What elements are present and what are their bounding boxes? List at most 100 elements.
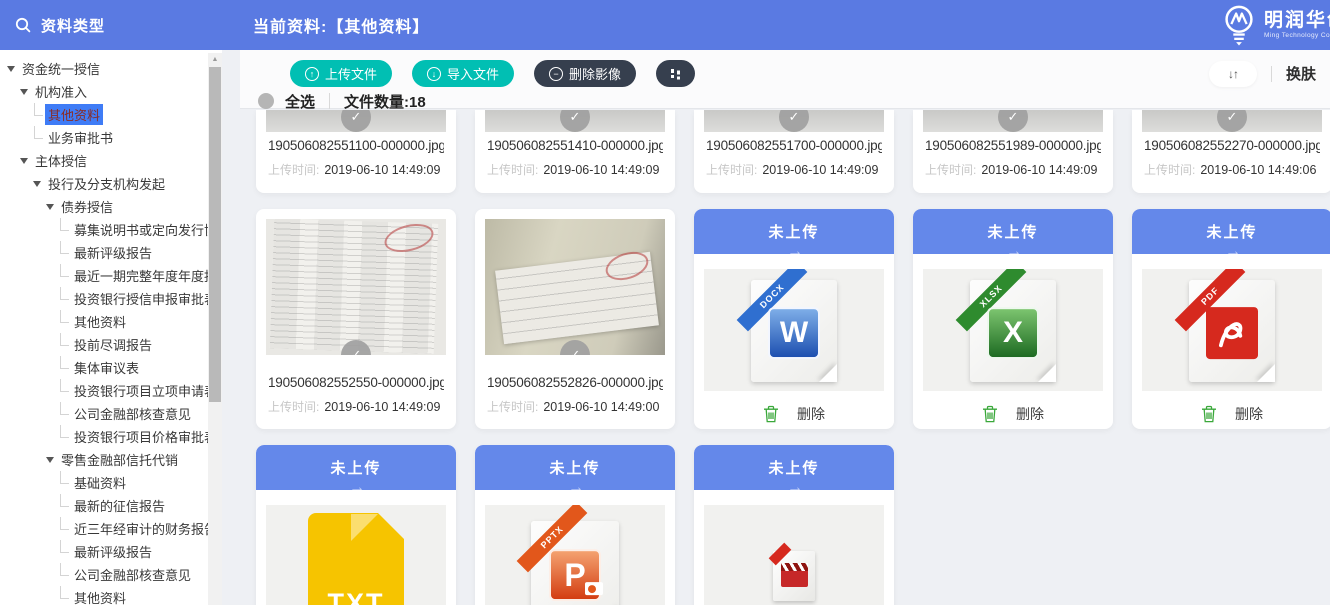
tree-item-label[interactable]: 投行及分支机构发起 — [45, 173, 168, 194]
grid-view-button[interactable] — [656, 60, 695, 87]
tree-item-marker[interactable] — [58, 358, 71, 378]
tree-item-label[interactable]: 最新评级报告 — [71, 242, 155, 263]
file-card-not-uploaded[interactable]: 未上传 删除 — [694, 445, 894, 605]
delete-file-button[interactable]: 删除 — [913, 404, 1113, 424]
tree-item-marker[interactable] — [19, 158, 32, 164]
document-photo-thumbnail[interactable] — [266, 219, 446, 355]
tree-item-marker[interactable] — [58, 565, 71, 585]
file-card-not-uploaded[interactable]: 未上传 DOCX W 删除 — [694, 209, 894, 429]
tree-item[interactable]: 资金统一授信 — [0, 57, 222, 80]
tree-item-label[interactable]: 业务审批书 — [45, 127, 116, 148]
file-card-not-uploaded[interactable]: 未上传 PPTX P 删除 — [475, 445, 675, 605]
tree-item[interactable]: 公司金融部核查意见 — [0, 563, 222, 586]
file-card-uploaded[interactable]: 190506082551700-000000.jpg 上传时间: 2019-06… — [694, 110, 894, 193]
tree-item-label[interactable]: 其他资料 — [71, 587, 129, 605]
tree-item[interactable]: 投资银行项目立项申请表 — [0, 379, 222, 402]
tree-item-marker[interactable] — [45, 457, 58, 463]
tree-item-marker[interactable] — [58, 243, 71, 263]
tree-item-label[interactable]: 公司金融部核查意见 — [71, 564, 194, 585]
caret-down-icon[interactable] — [20, 158, 28, 164]
tree-item-label[interactable]: 机构准入 — [32, 81, 90, 102]
tree-item-label[interactable]: 公司金融部核查意见 — [71, 403, 194, 424]
tree-item-label[interactable]: 投资银行项目价格审批表 — [71, 426, 220, 447]
file-card-uploaded[interactable]: 190506082552826-000000.jpg 上传时间: 2019-06… — [475, 209, 675, 429]
tree-item-label[interactable]: 最近一期完整年度年度报告 — [71, 265, 222, 286]
tree-item-marker[interactable] — [58, 335, 71, 355]
tree-item-marker[interactable] — [58, 496, 71, 516]
tree-item-marker[interactable] — [32, 181, 45, 187]
tree-item-label[interactable]: 近三年经审计的财务报告 — [71, 518, 220, 539]
tree-item-label[interactable]: 募集说明书或定向发行协议 — [71, 219, 222, 240]
tree-item[interactable]: 其他资料 — [0, 103, 222, 126]
tree-item[interactable]: 投前尽调报告 — [0, 333, 222, 356]
tree-item-label[interactable]: 债券授信 — [58, 196, 116, 217]
tree-item[interactable]: 投行及分支机构发起 — [0, 172, 222, 195]
tree-item-label[interactable]: 主体授信 — [32, 150, 90, 171]
change-skin-button[interactable]: 换肤 — [1286, 63, 1316, 84]
select-all-radio[interactable] — [258, 93, 274, 109]
tree-item-label[interactable]: 基础资料 — [71, 472, 129, 493]
tree-item-marker[interactable] — [6, 66, 19, 72]
file-card-not-uploaded[interactable]: 未上传 PDF 删除 — [1132, 209, 1330, 429]
tree-item-marker[interactable] — [32, 128, 45, 148]
file-card-uploaded[interactable]: 190506082552550-000000.jpg 上传时间: 2019-06… — [256, 209, 456, 429]
tree-item[interactable]: 债券授信 — [0, 195, 222, 218]
caret-down-icon[interactable] — [20, 89, 28, 95]
tree-item[interactable]: 最新评级报告 — [0, 241, 222, 264]
delete-file-button[interactable]: 删除 — [694, 404, 894, 424]
delete-images-button[interactable]: 删除影像 — [534, 60, 636, 87]
tree-item[interactable]: 最近一期完整年度年度报告 — [0, 264, 222, 287]
tree-item-marker[interactable] — [58, 220, 71, 240]
tree-item[interactable]: 业务审批书 — [0, 126, 222, 149]
document-photo-thumbnail[interactable] — [485, 219, 665, 355]
sort-button[interactable] — [1209, 61, 1257, 87]
tree-item[interactable]: 投资银行项目价格审批表 — [0, 425, 222, 448]
tree-item-label[interactable]: 投资银行项目立项申请表 — [71, 380, 220, 401]
tree-item-label[interactable]: 集体审议表 — [71, 357, 142, 378]
tree-item[interactable]: 募集说明书或定向发行协议 — [0, 218, 222, 241]
select-all-label[interactable]: 全选 — [285, 91, 315, 112]
tree-item-label[interactable]: 其他资料 — [45, 104, 103, 125]
tree-item-marker[interactable] — [32, 105, 45, 125]
tree-item-marker[interactable] — [58, 427, 71, 447]
delete-file-button[interactable]: 删除 — [1132, 404, 1330, 424]
tree-item[interactable]: 其他资料 — [0, 586, 222, 605]
tree-item-label[interactable]: 资金统一授信 — [19, 58, 103, 79]
tree-item[interactable]: 基础资料 — [0, 471, 222, 494]
tree-item[interactable]: 零售金融部信托代销 — [0, 448, 222, 471]
file-card-uploaded[interactable]: 190506082551410-000000.jpg 上传时间: 2019-06… — [475, 110, 675, 193]
tree-item-label[interactable]: 零售金融部信托代销 — [58, 449, 181, 470]
file-card-not-uploaded[interactable]: 未上传 TXT 删除 — [256, 445, 456, 605]
tree-item-marker[interactable] — [58, 266, 71, 286]
caret-down-icon[interactable] — [33, 181, 41, 187]
tree-item[interactable]: 集体审议表 — [0, 356, 222, 379]
tree-item-marker[interactable] — [58, 381, 71, 401]
tree-item-marker[interactable] — [19, 89, 32, 95]
scrollbar-thumb[interactable] — [209, 67, 221, 402]
caret-down-icon[interactable] — [46, 457, 54, 463]
tree-item[interactable]: 近三年经审计的财务报告 — [0, 517, 222, 540]
scrollbar-up-arrow-icon[interactable] — [208, 53, 222, 66]
file-card-not-uploaded[interactable]: 未上传 XLSX X 删除 — [913, 209, 1113, 429]
tree-item-marker[interactable] — [58, 473, 71, 493]
file-card-uploaded[interactable]: 190506082551100-000000.jpg 上传时间: 2019-06… — [256, 110, 456, 193]
sidebar-scrollbar[interactable] — [208, 53, 222, 605]
upload-file-button[interactable]: 上传文件 — [290, 60, 392, 87]
tree-item[interactable]: 主体授信 — [0, 149, 222, 172]
import-file-button[interactable]: 导入文件 — [412, 60, 514, 87]
tree-item-marker[interactable] — [58, 519, 71, 539]
tree-item-label[interactable]: 其他资料 — [71, 311, 129, 332]
tree-item[interactable]: 其他资料 — [0, 310, 222, 333]
tree-item-label[interactable]: 最新评级报告 — [71, 541, 155, 562]
tree-item[interactable]: 最新评级报告 — [0, 540, 222, 563]
tree-item[interactable]: 公司金融部核查意见 — [0, 402, 222, 425]
tree-item-marker[interactable] — [58, 312, 71, 332]
tree-item[interactable]: 最新的征信报告 — [0, 494, 222, 517]
tree-item[interactable]: 机构准入 — [0, 80, 222, 103]
tree-item-marker[interactable] — [58, 404, 71, 424]
tree-item-marker[interactable] — [58, 289, 71, 309]
caret-down-icon[interactable] — [7, 66, 15, 72]
tree-item-marker[interactable] — [58, 542, 71, 562]
tree-item-marker[interactable] — [58, 588, 71, 605]
file-card-uploaded[interactable]: 190506082551989-000000.jpg 上传时间: 2019-06… — [913, 110, 1113, 193]
